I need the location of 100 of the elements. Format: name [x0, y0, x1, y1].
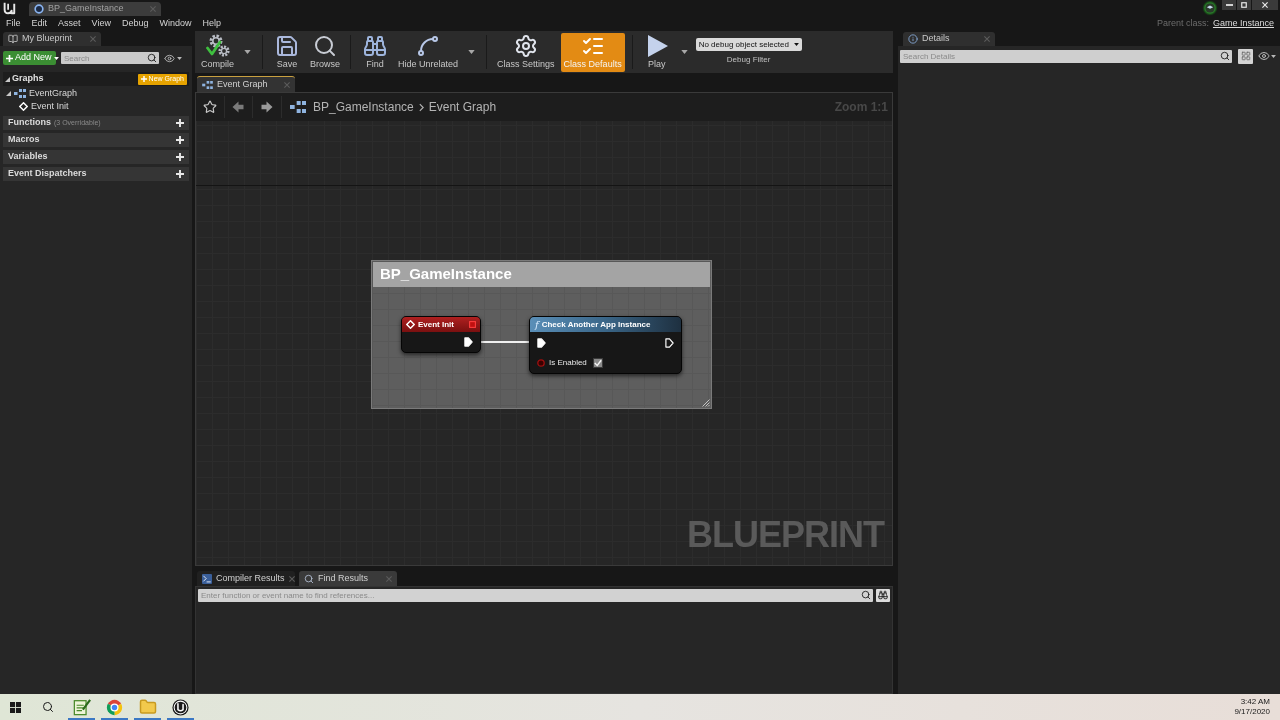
- maximize-button[interactable]: [1237, 0, 1251, 10]
- chevron-icon: [418, 102, 424, 112]
- panel-tab[interactable]: My Blueprint: [3, 32, 101, 46]
- magnifier-icon: [313, 34, 337, 58]
- menu-item[interactable]: Edit: [31, 19, 48, 28]
- eye-icon[interactable]: [164, 52, 175, 64]
- exec-pin-filled-icon[interactable]: [464, 337, 473, 347]
- expanded-triangle-icon[interactable]: [5, 76, 10, 82]
- add-new-button[interactable]: Add New: [3, 51, 56, 65]
- function-glyph: f: [535, 319, 539, 330]
- debug-filter-label: Debug Filter: [726, 54, 771, 66]
- document-tab[interactable]: BP_GameInstance: [29, 2, 161, 16]
- minimize-button[interactable]: [1222, 0, 1236, 10]
- clock-date[interactable]: 9/17/2020: [1234, 707, 1270, 717]
- menu-item[interactable]: File: [6, 19, 21, 28]
- function-node[interactable]: f Check Another App Instance Is Enabled: [529, 316, 682, 374]
- eye-icon[interactable]: [1258, 50, 1270, 62]
- folder-icon: [138, 698, 157, 716]
- plus-icon[interactable]: [176, 170, 184, 178]
- forward-arrow-icon[interactable]: [261, 101, 273, 113]
- category-label: Macros: [8, 133, 40, 147]
- event-node[interactable]: Event Init: [401, 316, 481, 353]
- graph-tab[interactable]: Event Graph: [197, 76, 295, 92]
- menu-item[interactable]: Asset: [58, 19, 81, 28]
- search-icon[interactable]: [861, 590, 871, 600]
- exec-pin-outline-icon[interactable]: [665, 338, 674, 348]
- tree-item[interactable]: Event Init: [3, 100, 189, 113]
- breadcrumb-item[interactable]: Event Graph: [428, 98, 497, 116]
- close-icon: [1262, 2, 1268, 8]
- category-header[interactable]: Variables: [3, 150, 189, 164]
- caret-icon[interactable]: [53, 56, 59, 60]
- pin-label: Is Enabled: [549, 356, 587, 369]
- toolbar-button[interactable]: Find: [358, 32, 393, 72]
- section-label: Graphs: [12, 72, 44, 86]
- star-icon[interactable]: [203, 100, 217, 114]
- exec-pin-filled-icon[interactable]: [537, 338, 546, 348]
- search-icon[interactable]: [1220, 51, 1230, 61]
- category-header[interactable]: Macros: [3, 133, 189, 147]
- category-header[interactable]: Event Dispatchers: [3, 167, 189, 181]
- menu-item[interactable]: Window: [159, 19, 192, 28]
- menu-item[interactable]: View: [91, 19, 111, 28]
- plus-icon: [6, 54, 13, 62]
- panel-tab[interactable]: Compiler Results: [197, 571, 295, 586]
- caret-icon[interactable]: [177, 56, 182, 60]
- spline-icon: [416, 34, 441, 58]
- node-title: Event Init: [418, 318, 454, 331]
- close-button[interactable]: [1252, 0, 1278, 10]
- logo-icon[interactable]: [2, 1, 16, 15]
- comment-box[interactable]: BP_GameInstance Event Init f Check Another App Instance Is Enabled: [371, 260, 712, 409]
- windows-logo-icon: [10, 701, 21, 713]
- caret-icon[interactable]: [793, 43, 799, 46]
- plus-icon[interactable]: [176, 153, 184, 161]
- category-label: Event Dispatchers: [8, 167, 87, 181]
- gear-icon: [513, 34, 538, 58]
- terminal-icon: [202, 573, 212, 584]
- checkbox[interactable]: [592, 357, 603, 368]
- parent-class-label: Parent class:: [1156, 16, 1209, 30]
- panel-tab[interactable]: Details: [903, 32, 995, 46]
- category-label: Variables: [8, 150, 48, 164]
- graph-icon: [14, 89, 26, 98]
- panel-tab[interactable]: Find Results: [299, 571, 397, 586]
- details-search-field[interactable]: Search Details: [900, 49, 1232, 63]
- find-button[interactable]: [876, 588, 890, 602]
- caret-icon[interactable]: [244, 50, 251, 54]
- minimize-icon: [1225, 4, 1233, 6]
- search-icon[interactable]: [147, 53, 157, 63]
- clock-time[interactable]: 3:42 AM: [1240, 697, 1270, 707]
- diamond-icon: [406, 320, 415, 329]
- tree-item[interactable]: EventGraph: [3, 87, 189, 100]
- caret-icon[interactable]: [1271, 54, 1276, 58]
- plus-icon[interactable]: [176, 136, 184, 144]
- glowing-ring-icon[interactable]: [1201, 0, 1219, 16]
- caret-icon[interactable]: [680, 50, 688, 54]
- toolbar-button[interactable]: Compile: [198, 32, 237, 72]
- grid-icon: [1240, 51, 1251, 61]
- parent-class-link[interactable]: Game Instance: [1212, 16, 1274, 31]
- category-label: Functions: [8, 116, 51, 130]
- toolbar-button[interactable]: Play: [639, 32, 674, 72]
- notepad-icon: [72, 698, 91, 716]
- check-icon: [593, 358, 602, 367]
- node-title: Check Another App Instance: [541, 318, 651, 331]
- toolbar-button[interactable]: Browse: [307, 32, 344, 72]
- exec-wire: [481, 341, 529, 343]
- breadcrumb-item[interactable]: BP_GameInstance: [313, 98, 414, 116]
- view-options-button[interactable]: [1238, 48, 1253, 64]
- menu-item[interactable]: Help: [202, 19, 221, 28]
- caret-icon[interactable]: [468, 50, 476, 54]
- expanded-triangle-icon[interactable]: [6, 91, 11, 96]
- book-icon: [8, 34, 18, 44]
- plus-icon: [140, 76, 147, 82]
- back-arrow-icon[interactable]: [232, 101, 244, 113]
- magnifier-icon: [304, 573, 314, 584]
- resize-grip-icon[interactable]: [702, 399, 710, 407]
- menu-item[interactable]: Debug: [121, 19, 149, 28]
- maximize-icon: [1241, 2, 1247, 8]
- plus-icon[interactable]: [176, 119, 184, 127]
- toolbar-button[interactable]: Class Settings: [494, 32, 558, 72]
- toolbar-button[interactable]: Hide Unrelated: [395, 32, 462, 72]
- toolbar-button[interactable]: Save: [270, 32, 304, 72]
- debug-object-dropdown[interactable]: No debug object selected: [695, 38, 802, 51]
